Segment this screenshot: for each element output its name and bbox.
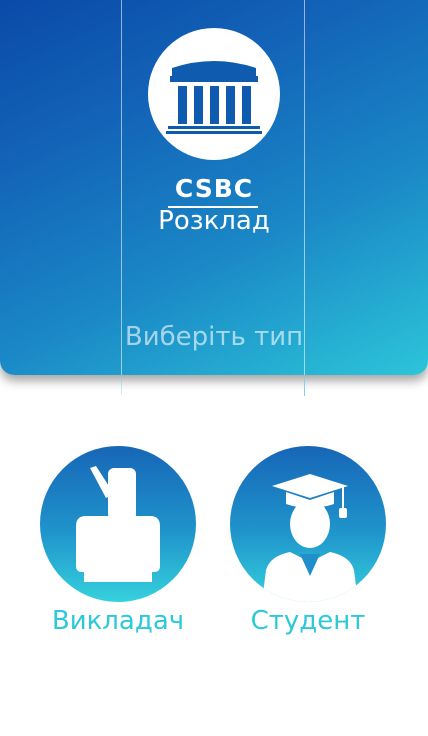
app-title: CSBC bbox=[174, 174, 254, 203]
college-logo bbox=[148, 28, 280, 160]
student-label: Студент bbox=[250, 606, 366, 636]
student-graduate-icon bbox=[262, 474, 358, 602]
teacher-icon bbox=[76, 466, 160, 582]
app-subtitle: Розклад bbox=[158, 206, 270, 236]
choose-type-label: Виберіть тип bbox=[124, 322, 304, 352]
building-columns-icon bbox=[166, 61, 262, 134]
teacher-circle bbox=[40, 446, 196, 602]
student-circle bbox=[230, 446, 386, 602]
teacher-role-button[interactable]: Викладач bbox=[40, 446, 196, 636]
guide-line-left-tail bbox=[121, 378, 122, 394]
teacher-label: Викладач bbox=[51, 606, 185, 636]
guide-line-right-tail bbox=[304, 378, 305, 396]
app-screen: CSBC Розклад Виберіть тип Викладач Студе… bbox=[0, 0, 428, 736]
header-panel: CSBC Розклад Виберіть тип bbox=[0, 0, 428, 375]
student-role-button[interactable]: Студент bbox=[230, 446, 386, 636]
